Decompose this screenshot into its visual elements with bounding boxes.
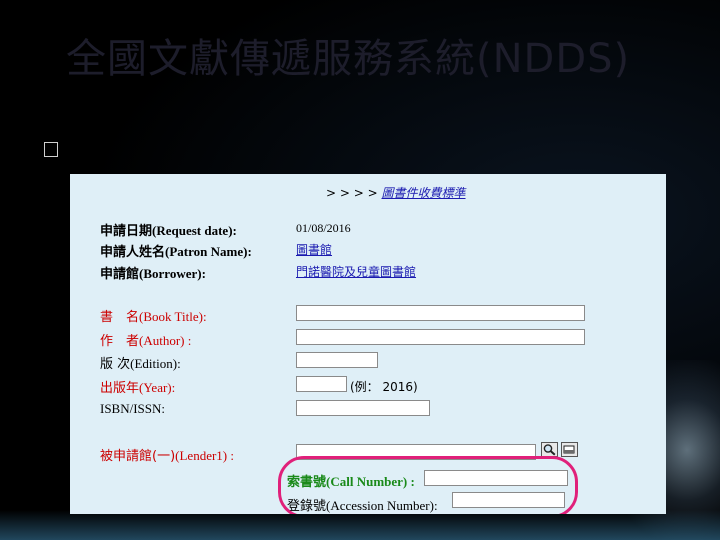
square-bullet-icon <box>44 142 58 157</box>
edition-label-en: (Edition): <box>130 356 181 371</box>
isbn-label-text: ISBN/ISSN: <box>100 401 166 416</box>
year-input[interactable] <box>296 376 347 392</box>
patron-name-label-zh: 申請人姓名 <box>100 245 166 260</box>
year-hint: (例： 2016) <box>350 380 418 394</box>
book-title-label-zh: 書 名 <box>100 310 140 325</box>
book-title-label: 書 名(Book Title): <box>100 306 207 325</box>
borrower-label-en: (Borrower): <box>139 266 206 281</box>
isbn-label: ISBN/ISSN: <box>100 401 165 417</box>
request-date-label-zh: 申請日期 <box>100 224 153 239</box>
eraser-icon <box>563 445 575 454</box>
book-title-input[interactable] <box>296 305 585 321</box>
request-form-panel: > > > > 圖書件收費標準 申請日期(Request date): 01/0… <box>70 174 666 514</box>
breadcrumb: > > > > 圖書件收費標準 <box>326 184 466 201</box>
author-label-en: (Author) : <box>139 333 192 348</box>
edition-label-zh: 版 次 <box>100 357 131 372</box>
request-date-label: 申請日期(Request date): <box>100 220 237 239</box>
book-title-label-en: (Book Title): <box>139 309 207 324</box>
isbn-input[interactable] <box>296 400 430 416</box>
request-date-label-en: (Request date): <box>152 223 237 238</box>
year-label: 出版年(Year): <box>100 377 175 396</box>
author-label-zh: 作 者 <box>100 334 140 349</box>
lender1-label-zh: 被申請館(一) <box>100 449 176 464</box>
borrower-link[interactable]: 門諾醫院及兒童圖書館 <box>296 263 416 280</box>
search-icon <box>543 444 556 456</box>
year-label-en: (Year): <box>139 380 176 395</box>
search-lender-button[interactable] <box>541 442 558 457</box>
borrower-label: 申請館(Borrower): <box>100 263 206 282</box>
author-label: 作 者(Author) : <box>100 330 191 349</box>
water-decoration <box>0 510 720 540</box>
author-input[interactable] <box>296 329 585 345</box>
lender1-label: 被申請館(一)(Lender1) : <box>100 445 234 464</box>
borrower-label-zh: 申請館 <box>100 267 140 282</box>
request-date-value: 01/08/2016 <box>296 221 351 235</box>
patron-name-label: 申請人姓名(Patron Name): <box>100 241 252 260</box>
slide-title: 全國文獻傳遞服務系統(NDDS) <box>66 36 631 82</box>
fee-standard-link[interactable]: 圖書件收費標準 <box>382 186 466 200</box>
edition-input[interactable] <box>296 352 378 368</box>
year-label-zh: 出版年 <box>100 381 140 396</box>
library-fields-highlight <box>278 456 578 514</box>
breadcrumb-prefix: > > > > <box>326 186 378 200</box>
patron-name-link[interactable]: 圖書館 <box>296 241 332 258</box>
edition-label: 版 次(Edition): <box>100 353 181 372</box>
clear-lender-button[interactable] <box>561 442 578 457</box>
lender1-label-en: (Lender1) : <box>175 448 234 463</box>
patron-name-label-en: (Patron Name): <box>165 244 252 259</box>
